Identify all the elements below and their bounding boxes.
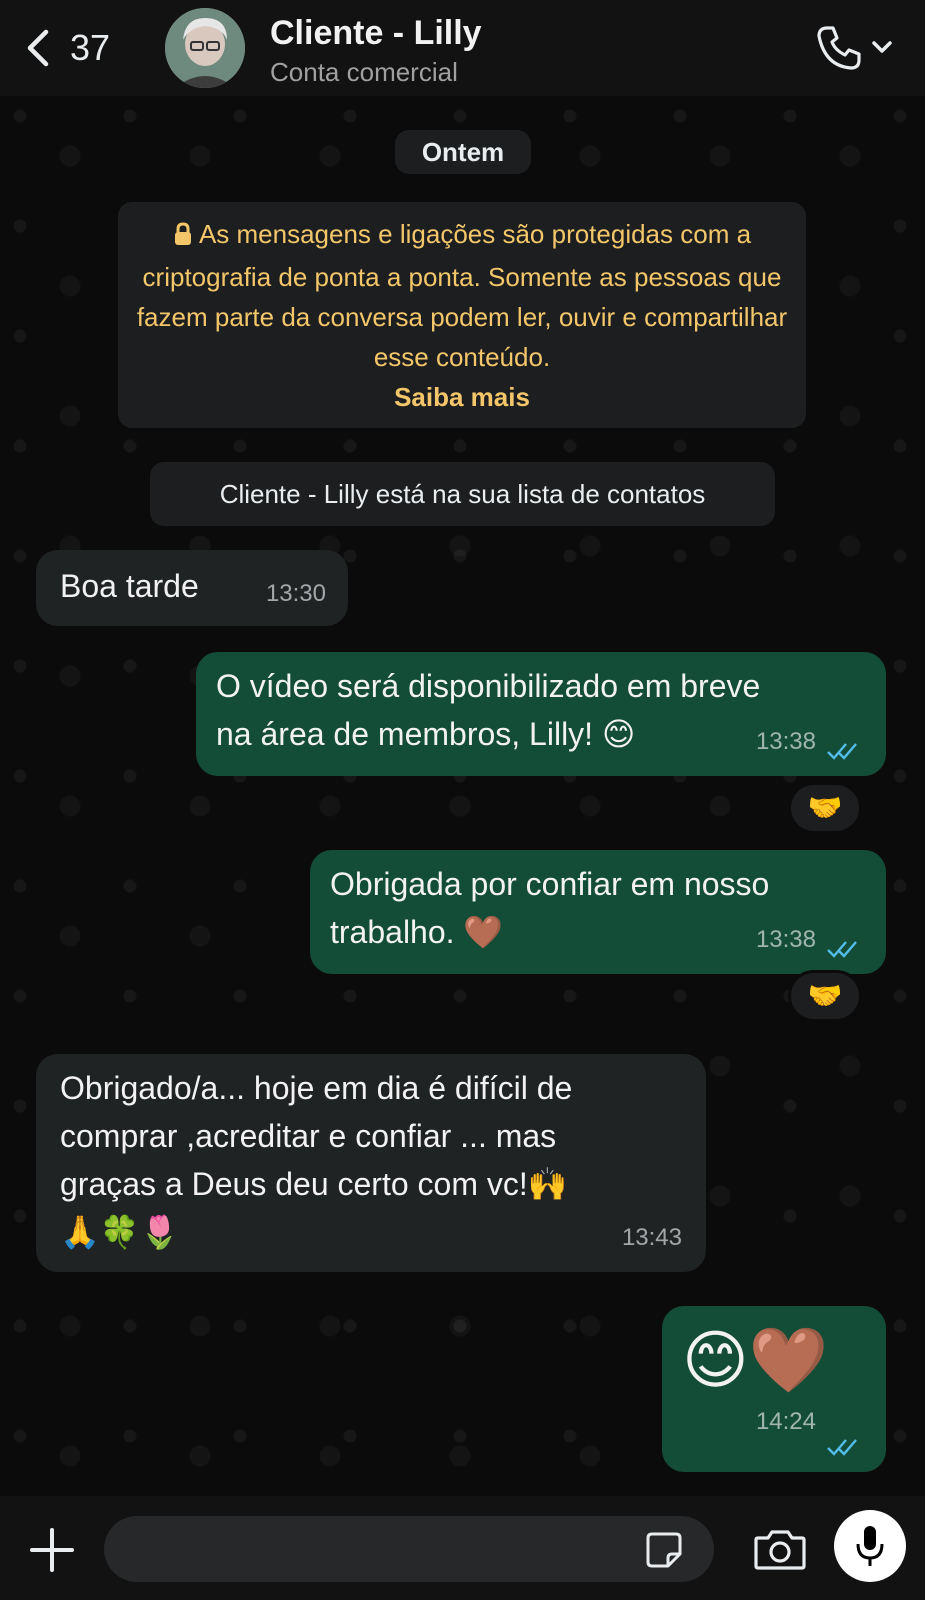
microphone-icon (856, 1526, 884, 1566)
camera-icon[interactable] (752, 1526, 808, 1574)
message-outgoing[interactable]: Obrigada por confiar em nosso trabalho. … (310, 850, 886, 974)
avatar-image (165, 8, 245, 88)
contact-name: Cliente - Lilly (270, 14, 482, 52)
message-text-line: 🙏🍀🌷 (60, 1214, 180, 1250)
message-reaction[interactable]: 🤝 (788, 970, 862, 1022)
unread-count: 37 (70, 27, 111, 68)
read-ticks-icon (827, 941, 857, 958)
contact-notice: Cliente - Lilly está na sua lista de con… (150, 462, 775, 526)
message-input[interactable] (104, 1516, 714, 1582)
date-separator: Ontem (395, 130, 531, 174)
message-text-line: graças a Deus deu certo com vc!🙌 (60, 1166, 568, 1202)
message-incoming[interactable]: Boa tarde 13:30 (36, 550, 348, 626)
composer-bar (0, 1496, 925, 1600)
message-text-line: Obrigado/a... hoje em dia é difícil de (60, 1070, 573, 1106)
message-time: 14:24 (755, 1408, 816, 1435)
message-incoming[interactable]: Obrigado/a... hoje em dia é difícil de c… (36, 1054, 706, 1272)
message-time: 13:30 (265, 580, 326, 607)
message-text: Boa tarde (60, 568, 199, 604)
back-button[interactable]: 37 (22, 24, 110, 72)
message-text-line: O vídeo será disponibilizado em breve (216, 668, 761, 704)
message-text-line: comprar ,acreditar e confiar ... mas (60, 1118, 557, 1154)
microphone-button[interactable] (834, 1510, 906, 1582)
plus-icon[interactable] (28, 1526, 76, 1574)
read-ticks-icon (827, 1439, 857, 1456)
message-time: 13:38 (755, 728, 816, 755)
message-time: 13:38 (755, 926, 816, 953)
chat-area[interactable]: Ontem As mensagens e ligações são proteg… (0, 96, 925, 1496)
chevron-down-icon[interactable] (869, 34, 895, 60)
message-reaction[interactable]: 🤝 (788, 782, 862, 834)
encryption-text: As mensagens e ligações são protegidas c… (136, 219, 788, 372)
message-outgoing[interactable]: 😊🤎 14:24 (662, 1306, 886, 1472)
learn-more-link[interactable]: Saiba mais (394, 382, 530, 412)
contact-info[interactable]: Cliente - Lilly Conta comercial (270, 14, 482, 88)
message-outgoing[interactable]: O vídeo será disponibilizado em breve na… (196, 652, 886, 776)
read-ticks-icon (827, 743, 857, 760)
chevron-left-icon (27, 29, 49, 67)
message-time: 13:43 (621, 1224, 682, 1251)
lock-icon (173, 217, 193, 257)
encryption-notice[interactable]: As mensagens e ligações são protegidas c… (118, 202, 806, 428)
sticker-icon[interactable] (644, 1530, 684, 1570)
contact-subtitle: Conta comercial (270, 57, 458, 87)
phone-icon[interactable] (813, 22, 865, 74)
chat-header: 37 Cliente - Lilly Conta comercial (0, 0, 925, 96)
message-text-line: Obrigada por confiar em nosso (330, 866, 770, 902)
avatar[interactable] (165, 8, 245, 88)
